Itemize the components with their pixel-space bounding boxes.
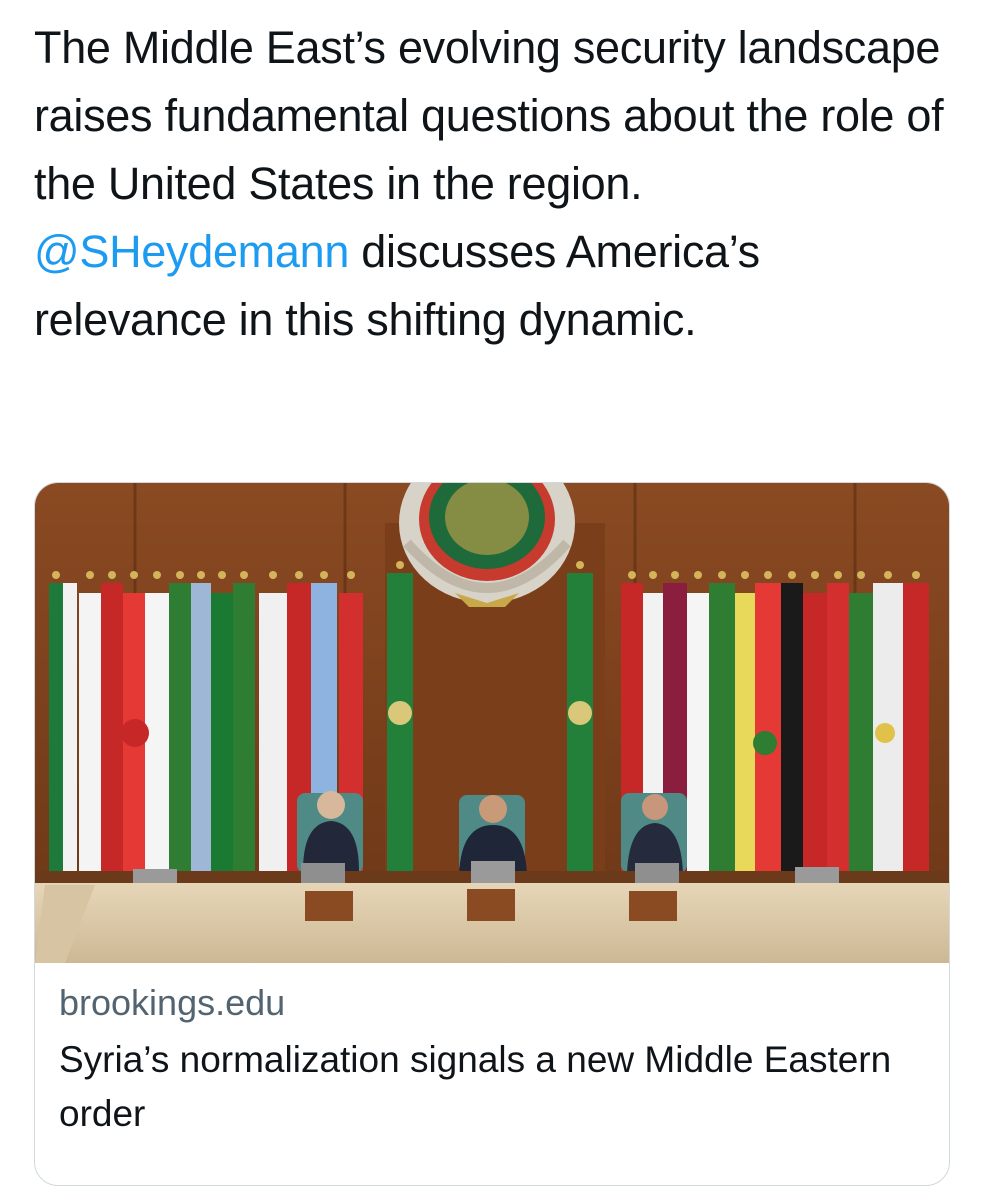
card-meta[interactable]: brookings.edu Syria’s normalization sign… (59, 979, 929, 1141)
mention-link[interactable]: @SHeydemann (34, 226, 349, 277)
card-image[interactable] (35, 483, 949, 963)
link-preview-card[interactable]: brookings.edu Syria’s normalization sign… (34, 482, 950, 1186)
card-title[interactable]: Syria’s normalization signals a new Midd… (59, 1033, 929, 1141)
tweet-text: The Middle East’s evolving security land… (34, 14, 964, 354)
card-domain: brookings.edu (59, 982, 286, 1023)
tweet-text-part1: The Middle East’s evolving security land… (34, 22, 944, 209)
card-photo (35, 483, 949, 963)
